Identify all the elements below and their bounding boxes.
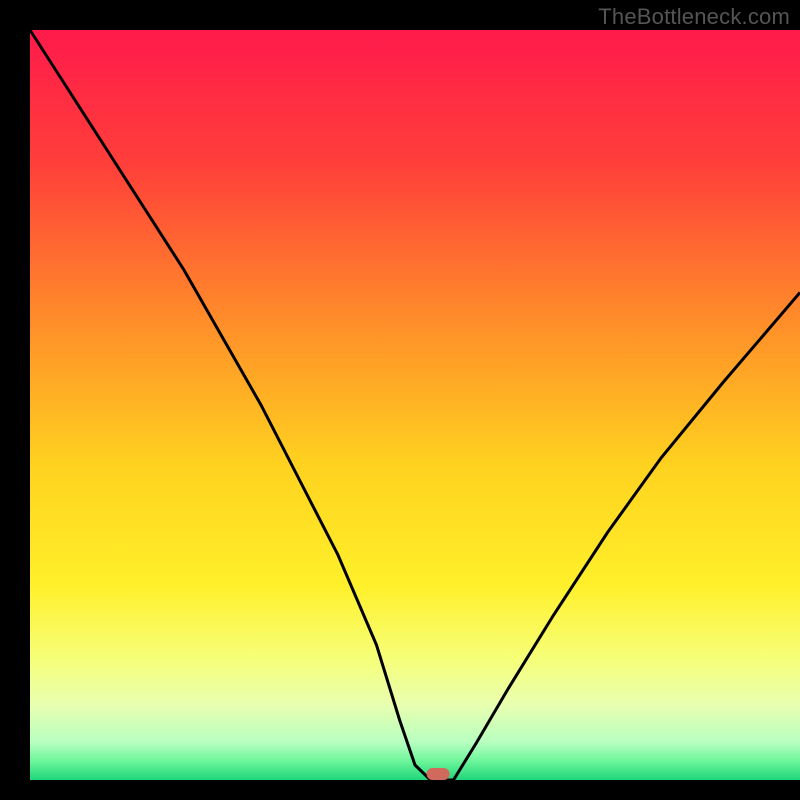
- optimal-marker: [427, 768, 450, 780]
- bottleneck-chart: [0, 0, 800, 800]
- watermark-text: TheBottleneck.com: [598, 4, 790, 30]
- plot-background: [30, 30, 800, 780]
- chart-frame: TheBottleneck.com: [0, 0, 800, 800]
